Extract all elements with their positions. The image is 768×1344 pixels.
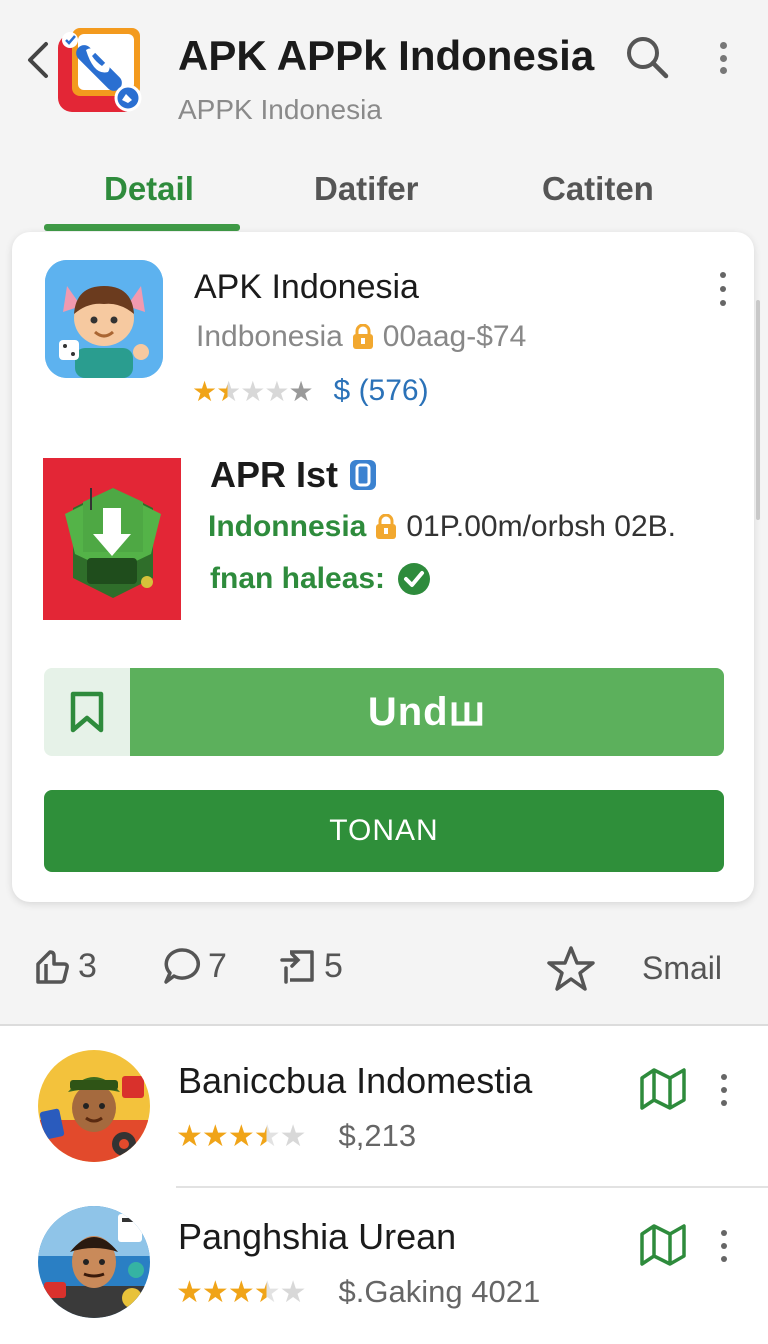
like-button[interactable]: 3: [32, 946, 97, 986]
app-subtitle: APPK Indonesia: [178, 94, 382, 125]
comment-button[interactable]: 7: [162, 946, 227, 986]
comment-count: 7: [208, 946, 227, 985]
list-item-rating: ★ ★ ★ ★ ★ $.Gaking 4021: [176, 1274, 540, 1310]
file-name: APR Ist: [210, 454, 378, 496]
app-region: Indbonesia: [196, 320, 343, 353]
file-status-text: fnan haleas:: [210, 562, 386, 595]
list-item-title: Banicсbua Indomestia: [178, 1060, 533, 1101]
bookmark-icon: [70, 691, 104, 733]
rating-count: $ (576): [333, 374, 429, 407]
search-icon: [627, 37, 669, 79]
app-name: APK Indonesia: [194, 268, 419, 306]
search-button[interactable]: [624, 34, 670, 80]
tab-detail[interactable]: Detail: [104, 170, 194, 208]
back-button[interactable]: [20, 38, 56, 82]
star-rating: ★ ★ ★ ★ ★: [192, 375, 314, 407]
install-button[interactable]: TONAN: [44, 790, 724, 872]
share-button[interactable]: 5: [278, 946, 343, 986]
action-bar: 3 7 5 Smail: [0, 930, 768, 1008]
check-circle-icon: [398, 563, 431, 595]
app-detail-card: APK Indonesia Indbonesia 00aag-$74 ★ ★ ★ ★ ★…: [12, 232, 754, 902]
file-title: APR Ist: [210, 454, 339, 495]
app-title: APK APPk Indonesia: [178, 32, 595, 79]
file-badge-icon: [350, 460, 377, 490]
download-app-icon[interactable]: [43, 458, 181, 620]
avatar: [38, 1050, 150, 1162]
like-icon: [36, 950, 69, 984]
star-rating: ★ ★ ★ ★ ★: [176, 1275, 307, 1309]
file-size: 01P.00m/orbsh 02B.: [406, 510, 676, 543]
share-icon: [280, 950, 314, 984]
more-vert-icon[interactable]: [710, 38, 736, 78]
download-bar: Undꟺ: [44, 668, 724, 756]
app-header: APK APPk Indonesia APPK Indonesia: [0, 0, 768, 160]
tab-indicator: [44, 224, 240, 231]
more-vert-icon[interactable]: [718, 1074, 730, 1106]
more-vert-icon[interactable]: [716, 272, 730, 306]
star-icon[interactable]: [546, 944, 596, 994]
share-count: 5: [324, 946, 343, 985]
star-rating: ★ ★ ★ ★ ★: [176, 1119, 307, 1153]
smail-button[interactable]: Smail: [642, 950, 722, 987]
avatar: [38, 1206, 150, 1318]
tab-datifer[interactable]: Datifer: [314, 170, 419, 208]
app-rating: ★ ★ ★ ★ ★ $ (576): [192, 374, 429, 408]
list-item[interactable]: Banicсbua Indomestia ★ ★ ★ ★ ★ $,213: [0, 1030, 768, 1188]
lock-icon: [374, 513, 398, 540]
map-icon[interactable]: [638, 1066, 688, 1110]
lock-icon: [351, 323, 375, 350]
bookmark-button[interactable]: [44, 668, 130, 756]
list-item-rating: ★ ★ ★ ★ ★ $,213: [176, 1118, 416, 1154]
list-item[interactable]: Panghshia Urean ★ ★ ★ ★ ★ $.Gaking 4021: [0, 1186, 768, 1336]
tab-bar: Detail Datifer Catiten: [0, 160, 768, 232]
file-meta: Indonnesia 01P.00m/orbsh 02B.: [208, 510, 676, 544]
app-icon-apk-indonesia[interactable]: [45, 260, 163, 378]
list-item-price: $,213: [338, 1118, 417, 1153]
file-status: fnan haleas:: [210, 562, 431, 596]
download-button[interactable]: Undꟺ: [130, 668, 724, 756]
app-meta: Indbonesia 00aag-$74: [196, 320, 526, 354]
chevron-left-icon: [28, 42, 48, 78]
file-country: Indonnesia: [208, 510, 367, 543]
list-item-title: Panghshia Urean: [178, 1216, 457, 1257]
app-logo: [56, 26, 144, 114]
tab-catiten[interactable]: Catiten: [542, 170, 654, 208]
map-icon[interactable]: [638, 1222, 688, 1266]
list-item-price: $.Gaking 4021: [338, 1274, 541, 1309]
app-price-info: 00aag-$74: [382, 320, 527, 353]
scrollbar[interactable]: [756, 300, 760, 520]
like-count: 3: [78, 946, 97, 985]
comment-icon: [164, 948, 200, 984]
more-vert-icon[interactable]: [718, 1230, 730, 1262]
